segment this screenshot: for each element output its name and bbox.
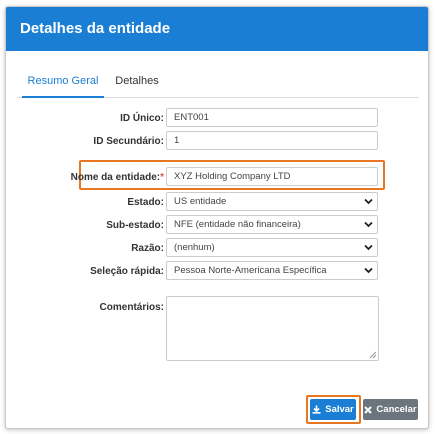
nome-entidade-field[interactable]: XYZ Holding Company LTD [166, 167, 378, 186]
tab-bar: Resumo Geral Detalhes [17, 69, 419, 98]
estado-select[interactable]: US entidade [166, 192, 378, 211]
nome-entidade-label: Nome da entidade:* [54, 172, 164, 183]
download-icon [312, 405, 321, 414]
chevron-down-icon [364, 221, 373, 228]
id-secundario-field[interactable]: 1 [166, 131, 378, 150]
chevron-down-icon [364, 267, 373, 274]
save-button[interactable]: Salvar [310, 399, 356, 420]
razao-select[interactable]: (nenhum) [166, 238, 378, 257]
resize-grip-icon[interactable] [369, 351, 377, 359]
close-icon [364, 405, 373, 414]
estado-select-value: US entidade [174, 196, 227, 207]
save-button-label: Salvar [325, 404, 354, 415]
id-unico-label: ID Único: [120, 113, 164, 124]
razao-select-value: (nenhum) [174, 242, 215, 253]
dialog-title: Detalhes da entidade [20, 20, 171, 37]
required-marker: * [160, 172, 164, 183]
comentarios-textarea[interactable] [166, 296, 379, 361]
nome-entidade-label-text: Nome da entidade: [70, 172, 161, 183]
id-unico-field[interactable]: ENT001 [166, 108, 378, 127]
sub-estado-label: Sub-estado: [106, 220, 164, 231]
estado-label: Estado: [127, 197, 164, 208]
selecao-rapida-label: Seleção rápida: [90, 266, 164, 277]
tab-resumo-geral[interactable]: Resumo Geral [22, 69, 104, 98]
cancel-button-label: Cancelar [376, 404, 417, 415]
dialog-header: Detalhes da entidade [6, 7, 428, 51]
cancel-button[interactable]: Cancelar [363, 399, 418, 420]
comentarios-label: Comentários: [99, 302, 164, 313]
tab-detalhes[interactable]: Detalhes [109, 69, 165, 98]
chevron-down-icon [364, 198, 373, 205]
chevron-down-icon [364, 244, 373, 251]
id-secundario-label: ID Secundário: [93, 136, 164, 147]
sub-estado-select-value: NFE (entidade não financeira) [174, 219, 301, 230]
razao-label: Razão: [131, 243, 164, 254]
selecao-rapida-select[interactable]: Pessoa Norte-Americana Específica [166, 261, 378, 280]
selecao-rapida-select-value: Pessoa Norte-Americana Específica [174, 265, 327, 276]
sub-estado-select[interactable]: NFE (entidade não financeira) [166, 215, 378, 234]
